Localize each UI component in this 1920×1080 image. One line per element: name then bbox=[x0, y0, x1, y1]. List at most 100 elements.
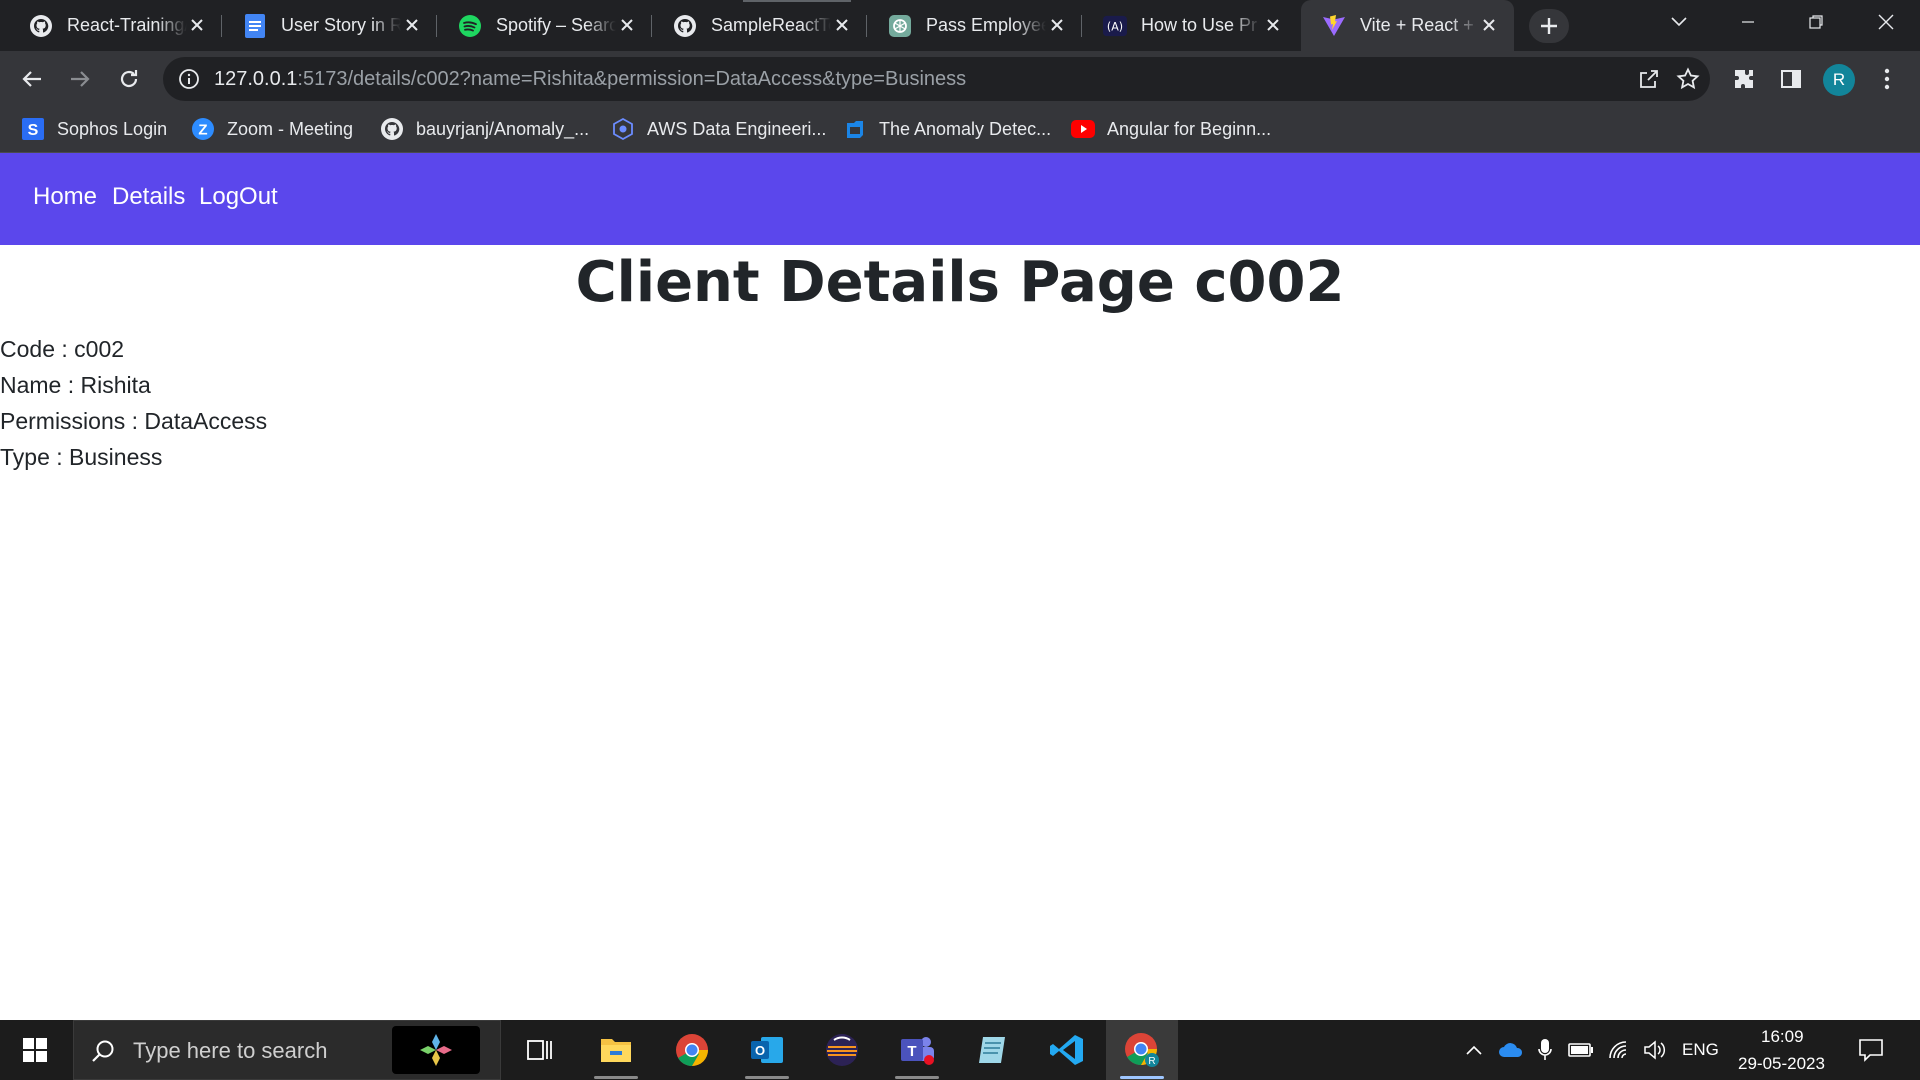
reload-button[interactable] bbox=[112, 62, 146, 96]
tab-search-button[interactable] bbox=[1651, 0, 1707, 44]
bookmark-anomaly-detection[interactable]: The Anomaly Detec... bbox=[843, 116, 1051, 142]
bookmark-label: Sophos Login bbox=[57, 118, 168, 139]
browser-tab-react-training[interactable]: React-Training/ bbox=[8, 0, 222, 51]
url-text[interactable]: 127.0.0.1:5173/details/c002?name=Rishita… bbox=[214, 68, 966, 91]
restore-button[interactable] bbox=[1788, 0, 1844, 44]
chatgpt-icon bbox=[888, 14, 912, 38]
battery-tray[interactable] bbox=[1566, 1020, 1596, 1080]
bookmarks-bar: S Sophos Login Z Zoom - Meeting bauyrjan… bbox=[0, 106, 1920, 153]
taskbar-eclipse[interactable] bbox=[806, 1020, 878, 1080]
wifi-tray[interactable] bbox=[1604, 1020, 1634, 1080]
browser-tab-spotify[interactable]: Spotify – Search bbox=[437, 0, 652, 51]
taskbar-vscode[interactable] bbox=[1031, 1020, 1103, 1080]
browser-tab-pass-employee[interactable]: Pass Employee bbox=[867, 0, 1082, 51]
github-icon bbox=[673, 14, 697, 38]
volume-tray[interactable] bbox=[1640, 1020, 1670, 1080]
taskbar-chrome[interactable] bbox=[656, 1020, 728, 1080]
browser-menu-button[interactable] bbox=[1870, 62, 1904, 96]
task-view-button[interactable] bbox=[504, 1020, 576, 1080]
url-host: 127.0.0.1 bbox=[214, 68, 298, 90]
browser-tab-vite-react[interactable]: Vite + React + bbox=[1301, 0, 1514, 51]
browser-tab-samplereact[interactable]: SampleReactTe bbox=[652, 0, 867, 51]
minimize-icon bbox=[1742, 21, 1754, 23]
onedrive-cloud-icon bbox=[1499, 1043, 1523, 1057]
folder-icon bbox=[601, 1039, 631, 1062]
battery-icon bbox=[1568, 1043, 1593, 1057]
close-tab-icon[interactable] bbox=[1262, 14, 1284, 36]
microphone-icon bbox=[1538, 1039, 1552, 1060]
running-indicator bbox=[895, 1076, 939, 1079]
bookmark-anomaly-github[interactable]: bauyrjanj/Anomaly_... bbox=[380, 116, 589, 142]
onedrive-tray[interactable] bbox=[1496, 1020, 1526, 1080]
svg-text:O: O bbox=[755, 1043, 765, 1058]
tab-title: User Story in R bbox=[281, 15, 401, 35]
outlook-icon: O bbox=[751, 1037, 783, 1063]
profile-avatar[interactable]: R bbox=[1823, 64, 1855, 96]
task-view-icon bbox=[527, 1040, 552, 1060]
zoom-icon: Z bbox=[191, 117, 215, 141]
notification-center-button[interactable] bbox=[1854, 1020, 1888, 1080]
arrow-left-icon bbox=[22, 71, 41, 87]
back-button[interactable] bbox=[15, 62, 49, 96]
start-button[interactable] bbox=[0, 1020, 70, 1080]
share-icon[interactable] bbox=[1637, 67, 1661, 91]
nav-link-home[interactable]: Home bbox=[33, 183, 97, 211]
clock-time[interactable]: 16:09 bbox=[1761, 1027, 1804, 1047]
close-tab-icon[interactable] bbox=[616, 14, 638, 36]
kebab-menu-icon bbox=[1884, 68, 1890, 90]
bookmark-angular[interactable]: Angular for Beginn... bbox=[1071, 116, 1271, 142]
taskbar-search-box[interactable]: Type here to search bbox=[73, 1020, 501, 1080]
nav-link-logout[interactable]: LogOut bbox=[199, 183, 278, 211]
taskbar-teams[interactable]: T bbox=[881, 1020, 953, 1080]
close-tab-icon[interactable] bbox=[186, 14, 208, 36]
bookmark-aws[interactable]: AWS Data Engineeri... bbox=[611, 116, 826, 142]
chrome-icon bbox=[676, 1034, 708, 1066]
svg-text:(A): (A) bbox=[1107, 20, 1123, 33]
language-indicator[interactable]: ENG bbox=[1682, 1040, 1719, 1060]
browser-tab-user-story[interactable]: User Story in R bbox=[222, 0, 437, 51]
taskbar-notepad[interactable] bbox=[956, 1020, 1028, 1080]
minimize-button[interactable] bbox=[1720, 0, 1776, 44]
info-icon[interactable] bbox=[177, 67, 201, 91]
nav-link-details[interactable]: Details bbox=[112, 183, 185, 211]
close-icon bbox=[1878, 14, 1894, 30]
close-window-button[interactable] bbox=[1858, 0, 1914, 44]
plus-icon bbox=[1541, 18, 1557, 34]
bookmark-sophos[interactable]: S Sophos Login bbox=[21, 116, 167, 142]
search-placeholder: Type here to search bbox=[133, 1038, 328, 1063]
taskbar-file-explorer[interactable] bbox=[580, 1020, 652, 1080]
clock-date[interactable]: 29-05-2023 bbox=[1738, 1054, 1825, 1074]
new-tab-button[interactable] bbox=[1529, 9, 1569, 43]
taskbar-chrome-profile[interactable]: R bbox=[1106, 1020, 1178, 1080]
close-tab-icon[interactable] bbox=[1478, 14, 1500, 36]
aws-icon bbox=[611, 117, 635, 141]
extensions-button[interactable] bbox=[1727, 62, 1761, 96]
search-highlight-icon[interactable] bbox=[392, 1026, 480, 1074]
tab-title: Pass Employee bbox=[926, 15, 1046, 35]
azure-icon bbox=[843, 117, 867, 141]
chrome-profile-icon: R bbox=[1125, 1033, 1159, 1067]
puzzle-icon bbox=[1735, 70, 1753, 88]
close-tab-icon[interactable] bbox=[401, 14, 423, 36]
address-bar[interactable]: 127.0.0.1:5173/details/c002?name=Rishita… bbox=[163, 57, 1710, 101]
windows-taskbar: Type here to search O T R ENG 16:09 29-0… bbox=[0, 1020, 1920, 1080]
tab-title: Spotify – Search bbox=[496, 15, 616, 35]
close-tab-icon[interactable] bbox=[1046, 14, 1068, 36]
chevron-up-icon bbox=[1466, 1045, 1482, 1055]
running-indicator bbox=[594, 1076, 638, 1079]
close-tab-icon[interactable] bbox=[831, 14, 853, 36]
browser-tab-how-to-use[interactable]: (A) How to Use Pr bbox=[1082, 0, 1298, 51]
show-hidden-icons-button[interactable] bbox=[1460, 1020, 1488, 1080]
bookmark-zoom[interactable]: Z Zoom - Meeting bbox=[191, 116, 353, 142]
detail-type: Type : Business bbox=[0, 444, 163, 470]
docs-icon bbox=[243, 13, 267, 38]
search-icon bbox=[92, 1040, 114, 1062]
star-icon[interactable] bbox=[1676, 67, 1700, 91]
side-panel-button[interactable] bbox=[1774, 62, 1808, 96]
taskbar-outlook[interactable]: O bbox=[731, 1020, 803, 1080]
code-icon: (A) bbox=[1103, 14, 1127, 38]
microphone-tray[interactable] bbox=[1534, 1020, 1556, 1080]
bookmark-label: bauyrjanj/Anomaly_... bbox=[416, 118, 590, 139]
forward-button[interactable] bbox=[63, 62, 97, 96]
bookmark-label: AWS Data Engineeri... bbox=[647, 118, 827, 139]
